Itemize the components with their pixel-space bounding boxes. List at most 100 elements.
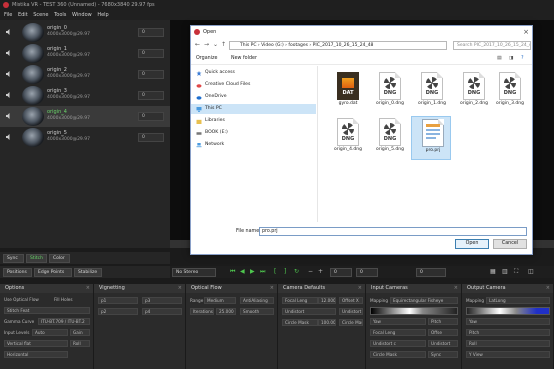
file-name-input[interactable]: pro.prj [259,227,527,236]
vignetting-p1-field[interactable]: p1 [98,297,138,304]
close-icon[interactable]: × [523,26,529,38]
roll-field[interactable]: Roll [70,340,90,347]
breadcrumb-footages[interactable]: footages [288,43,308,48]
camera-color-strip[interactable] [370,307,458,315]
focal-length-value[interactable]: 12.000 [318,297,336,304]
preview-pane-icon[interactable]: ◨ [509,56,514,61]
breadcrumb-this-pc[interactable]: This PC [240,43,256,48]
source-offset-spinbox[interactable]: 0 [138,28,164,37]
output-color-strip[interactable] [466,307,550,315]
vr-view-icon[interactable]: ◫ [528,269,534,275]
output-mapping-dropdown[interactable]: LatLong [486,297,550,304]
mapping-dropdown[interactable]: Equirectangular Fisheye [390,297,458,304]
stereo-dropdown[interactable]: No Stereo [172,268,216,277]
recent-locations-icon[interactable]: ⌄ [213,41,218,48]
close-icon[interactable]: × [86,284,90,293]
sync-field[interactable]: Sync [428,351,458,358]
input-levels-dropdown[interactable]: Auto [32,329,68,336]
cancel-button[interactable]: Cancel [493,239,527,249]
file-item[interactable]: DNG origin_2.dng [453,70,493,114]
nav-item-onedrive[interactable]: OneDrive [191,92,316,102]
close-icon[interactable]: × [546,284,550,293]
nav-item-this-pc[interactable]: This PC [191,104,316,114]
source-offset-spinbox[interactable]: 0 [138,112,164,121]
stabilize-dropdown[interactable]: Stabilize [74,268,102,277]
speaker-icon[interactable] [6,92,12,98]
horizontal-field[interactable]: Horizontal [4,351,68,358]
nav-item-libraries[interactable]: Libraries [191,116,316,126]
anti-aliasing-field[interactable]: AntiAliasing [240,297,274,304]
file-item[interactable]: DAT gyro.dat [327,70,367,114]
undistort-2-field[interactable]: Undistort [428,340,458,347]
new-folder-button[interactable]: New folder [231,56,257,61]
focal-length-field[interactable]: Focal Leng [282,297,318,304]
file-item[interactable]: DNG origin_0.dng [369,70,409,114]
vertical-flat-field[interactable]: Vertical flat [4,340,68,347]
offset-field[interactable]: Offse [428,329,458,336]
sync-dropdown[interactable]: Sync [3,254,24,263]
file-item[interactable]: DNG origin_5.dng [369,116,409,160]
focal-length-field[interactable]: Focal Leng [370,329,426,336]
in-frame-field[interactable]: 0 [330,268,352,277]
play-icon[interactable]: ▶ [250,269,255,275]
pitch-field[interactable]: Pitch [466,329,550,336]
view-options-icon[interactable]: ▤ [497,56,502,61]
range-dropdown[interactable]: Medium [204,297,236,304]
vignetting-p2-field[interactable]: p2 [98,308,138,315]
undistort-field[interactable]: Undistort c [370,340,426,347]
source-item[interactable]: origin_3 4000x3000@29.97 0 [0,85,170,106]
step-back-icon[interactable]: ◀ [240,269,245,275]
menu-help[interactable]: Help [97,12,108,18]
grid-icon[interactable]: ▦ [490,269,496,275]
stitch-feather-field[interactable]: Stitch Feat [4,307,90,314]
nav-item-quick-access[interactable]: Quick access [191,68,316,78]
zoom-in-icon[interactable]: + [318,269,323,275]
split-view-icon[interactable]: ▥ [502,269,508,275]
source-item[interactable]: origin_1 4000x3000@29.97 0 [0,43,170,64]
back-icon[interactable]: ← [195,41,200,48]
forward-icon[interactable]: → [204,41,209,48]
iterations-value[interactable]: 25.000 [216,308,236,315]
fill-holes-checkbox[interactable]: Fill Holes [54,297,73,302]
menu-scene[interactable]: Scene [33,12,48,18]
color-dropdown[interactable]: Color [49,254,70,263]
edge-points-dropdown[interactable]: Edge Points [34,268,72,277]
file-item[interactable]: DNG origin_3.dng [489,70,529,114]
undistort-2-field[interactable]: Undistort [339,308,363,315]
vignetting-p4-field[interactable]: p4 [142,308,182,315]
y-view-field[interactable]: Y View [466,351,550,358]
zoom-out-icon[interactable]: − [308,269,313,275]
source-item[interactable]: origin_0 4000x3000@29.97 0 [0,22,170,43]
speaker-icon[interactable] [6,113,12,119]
source-offset-spinbox[interactable]: 0 [138,91,164,100]
nav-item-creative-cloud[interactable]: Creative Cloud Files [191,80,316,90]
menu-tools[interactable]: Tools [54,12,66,18]
nav-item-book-drive[interactable]: BOOK (E:) [191,128,316,138]
speaker-icon[interactable] [6,50,12,56]
use-optical-flow-checkbox[interactable]: Use Optical Flow [4,297,39,302]
circle-mask-value[interactable]: 100.000 [318,319,336,326]
circle-mask-field[interactable]: Circle Mask [282,319,318,326]
close-icon[interactable]: × [454,284,458,293]
out-frame-field[interactable]: 0 [356,268,378,277]
circle-mask-field[interactable]: Circle Mask [370,351,426,358]
iterations-field[interactable]: Iterations [190,308,214,315]
pitch-field[interactable]: Pitch [428,318,458,325]
current-frame-field[interactable]: 0 [416,268,446,277]
menu-edit[interactable]: Edit [18,12,28,18]
stitch-dropdown[interactable]: Stitch [26,254,47,263]
offset-x-field[interactable]: Offset X [339,297,363,304]
open-button[interactable]: Open [455,239,489,249]
file-item[interactable]: DNG origin_4.dng [327,116,367,160]
up-folder-icon[interactable]: ↑ [221,41,226,48]
speaker-icon[interactable] [6,71,12,77]
fullscreen-icon[interactable]: ⛶ [514,269,518,275]
circle-mask-2-field[interactable]: Circle Mask [339,319,363,326]
help-icon[interactable]: ? [521,56,524,61]
smooth-field[interactable]: Smooth [240,308,274,315]
speaker-icon[interactable] [6,29,12,35]
roll-field[interactable]: Roll [466,340,550,347]
close-icon[interactable]: × [270,284,274,293]
undistort-field[interactable]: Undistort [282,308,336,315]
source-item[interactable]: origin_2 4000x3000@29.97 0 [0,64,170,85]
